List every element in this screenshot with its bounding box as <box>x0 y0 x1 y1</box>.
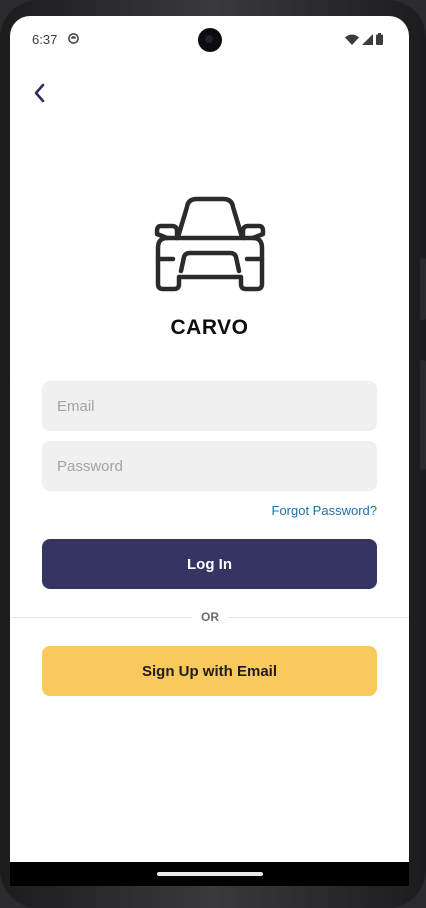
app-name: CARVO <box>170 316 249 339</box>
app-screen: 6:37 CARVO Email Forgot Password? Log In… <box>10 16 409 886</box>
status-icons <box>345 32 383 46</box>
signup-email-button[interactable]: Sign Up with Email <box>42 646 377 696</box>
login-button[interactable]: Log In <box>42 539 377 589</box>
status-bar: 6:37 <box>10 16 409 62</box>
navigation-bar <box>10 862 409 886</box>
or-label: OR <box>192 610 228 624</box>
status-time: 6:37 <box>32 32 58 47</box>
home-indicator[interactable] <box>157 872 263 876</box>
forgot-password-link[interactable]: Forgot Password? <box>272 503 378 518</box>
wifi-icon <box>345 34 359 45</box>
circle-app-icon <box>68 33 79 44</box>
chevron-left-icon[interactable] <box>28 80 52 106</box>
car-icon <box>154 196 266 292</box>
phone-frame: 6:37 CARVO Email Forgot Password? Log In… <box>0 0 426 908</box>
volume-button <box>420 258 426 320</box>
email-input[interactable] <box>42 381 377 431</box>
password-input[interactable] <box>42 441 377 491</box>
front-camera <box>198 28 222 52</box>
power-button <box>420 360 426 470</box>
battery-icon <box>376 33 383 45</box>
signal-icon <box>362 33 373 45</box>
